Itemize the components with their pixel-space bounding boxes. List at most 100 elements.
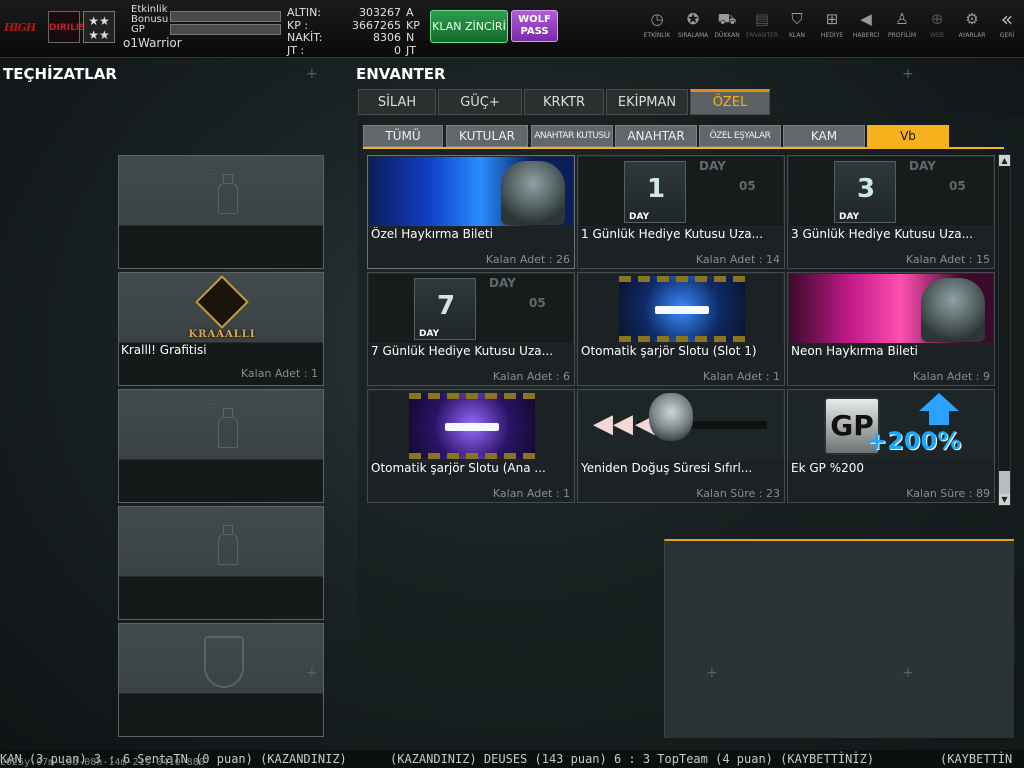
scroll-thumb[interactable] (999, 471, 1010, 495)
currency-unit: N (406, 31, 415, 44)
inventory-item[interactable]: Otomatik şarjör Slotu (Ana ... Kalan Adet… (367, 389, 575, 503)
subtab-özel-eşyalar[interactable]: ÖZEL EŞYALAR (699, 125, 781, 147)
subtab-kutular[interactable]: KUTULAR (446, 125, 528, 147)
nav-envanter-button[interactable]: ▤ ENVANTER (745, 10, 779, 50)
item-count: Kalan Süre : 23 (696, 487, 780, 500)
tab-güç[interactable]: GÜÇ+ (438, 89, 522, 115)
subtab-anahtar[interactable]: ANAHTAR (615, 125, 697, 147)
ticker-right: (KAYBETTİN (940, 752, 1013, 766)
top-bar: HIGH DIRILIS ★★ ★★ Etkinlik Bonusu GP o1W… (0, 0, 1024, 58)
scroll-down-icon[interactable]: ▼ (999, 494, 1010, 505)
currency-unit: JT (406, 43, 416, 57)
equipment-slot[interactable] (118, 623, 324, 737)
item-detail-panel (664, 539, 1014, 738)
day-label-side: 05 (529, 296, 546, 310)
nav-web-button[interactable]: ⊕ WEB (920, 10, 954, 50)
spray-can-icon: ∴∵ (204, 168, 240, 214)
clan-emblem[interactable]: DIRILIS (48, 11, 86, 43)
nav-label: ENVANTER (745, 32, 779, 39)
item-count: Kalan Adet : 15 (905, 253, 990, 266)
equipment-slot[interactable]: ∴∵ (118, 506, 324, 620)
spray-cap (223, 174, 233, 183)
shield-icon: ⛉ (791, 10, 803, 28)
subtab-tümü[interactable]: TÜMÜ (363, 125, 443, 147)
nav-profi-li-m-button[interactable]: ♙ PROFİLİM (885, 10, 919, 50)
equipment-slot[interactable]: ∴∵ (118, 155, 324, 269)
equipment-slot[interactable]: KRAAALLI Kralll! Grafitisi Kalan Adet : 1 (118, 272, 324, 386)
clan-emblem-text: DIRILIS (49, 23, 86, 33)
shield-icon (204, 636, 244, 688)
inventory-item[interactable]: Otomatik şarjör Slotu (Slot 1) Kalan Adet… (577, 272, 785, 386)
klan-zinciri-button[interactable]: KLAN ZİNCİRİ (430, 10, 508, 43)
klan-zinciri-label: KLAN ZİNCİRİ (432, 20, 506, 33)
item-name: 7 Günlük Hediye Kutusu Uza... (371, 344, 554, 358)
gift-icon: ⊞ (825, 10, 839, 28)
item-thumbnail (579, 274, 783, 343)
currency-unit: A (406, 6, 414, 19)
wolf-pass-label-1: WOLF (518, 14, 551, 25)
item-name: Otomatik şarjör Slotu (Ana ... (371, 461, 546, 475)
emblem-text: KRAAALLI (188, 329, 256, 340)
crosshair-icon: + (902, 66, 914, 82)
nav-label: SIRALAMA (677, 32, 709, 39)
subtab-vb[interactable]: Vb (867, 125, 949, 147)
spray-mist-icon: ∴∵ (204, 168, 215, 178)
inventory-item[interactable]: ◀ ◀ ◀ Yeniden Doğuş Süresi Sıfırl... Kalan S… (577, 389, 785, 503)
currency-label: JT : (287, 43, 305, 57)
scroll-up-icon[interactable]: ▲ (999, 155, 1010, 166)
timestamp: 2025y-07m-10d-08h-14m-21s-0410-880 (0, 757, 205, 768)
nav-haberci-button[interactable]: ◀ HABERCİ (849, 10, 883, 50)
wolf-pass-button[interactable]: WOLF PASS (511, 10, 558, 42)
item-thumbnail (789, 274, 993, 343)
nav-dükkan-button[interactable]: ⛟ DÜKKAN (710, 10, 744, 50)
nav-siralama-button[interactable]: ✪ SIRALAMA (676, 10, 710, 50)
rifle-icon (655, 306, 709, 314)
subtab-kam[interactable]: KAM (783, 125, 865, 147)
inventory-item[interactable]: Özel Haykırma Bileti Kalan Adet : 26 (367, 155, 575, 269)
nav-ayarlar-button[interactable]: ⚙ AYARLAR (955, 10, 989, 50)
subtab-anahtar-kutusu[interactable]: ANAHTAR KUTUSU (531, 125, 613, 147)
currency-value: 303267 (359, 6, 401, 19)
item-name: Otomatik şarjör Slotu (Slot 1) (581, 344, 757, 358)
nav-geri-button[interactable]: «GERİ (990, 9, 1024, 50)
tab-eki-pman[interactable]: EKİPMAN (606, 89, 688, 115)
nav-label: HEDİYE (820, 32, 844, 39)
equipment-slot[interactable]: ∴∵ (118, 389, 324, 503)
item-thumbnail: GP +200% (789, 391, 993, 460)
nav-label: GERİ (999, 32, 1015, 39)
item-name: Neon Haykırma Bileti (791, 344, 918, 358)
spray-mist-icon: ∴∵ (204, 519, 215, 529)
rewind-arrow-icon: ◀ (593, 409, 613, 439)
spray-mist-icon: ∴∵ (204, 402, 215, 412)
tab-si-lah[interactable]: SİLAH (358, 89, 436, 115)
inventory-item[interactable]: DAY 05 3 DAY 3 Günlük Hediye Kutusu Uza... Ka… (787, 155, 995, 269)
megaphone-icon: ◀ (860, 10, 872, 28)
crosshair-icon: + (306, 665, 318, 681)
day-card-icon: 7 DAY (414, 278, 476, 340)
nav-etki-nli-k-button[interactable]: ◷ ETKİNLİK (640, 10, 674, 50)
inventory-item[interactable]: GP +200% Ek GP %200 Kalan Süre : 89 (787, 389, 995, 503)
inventory-item[interactable]: Neon Haykırma Bileti Kalan Adet : 9 (787, 272, 995, 386)
item-name: Özel Haykırma Bileti (371, 227, 493, 241)
nav-klan-button[interactable]: ⛉ KLAN (780, 10, 814, 50)
logo-text: HIGH (4, 21, 36, 34)
item-thumbnail: ◀ ◀ ◀ (579, 391, 783, 460)
inventory-scrollbar[interactable]: ▲ ▼ (998, 154, 1011, 506)
inventory-item[interactable]: DAY 05 7 DAY 7 Günlük Hediye Kutusu Uza... Ka… (367, 272, 575, 386)
crosshair-icon: + (306, 66, 318, 82)
nav-label: DÜKKAN (714, 32, 740, 39)
medal-icon: ✪ (686, 10, 700, 28)
magazine-slot-icon (619, 276, 745, 342)
gp-bar (170, 24, 281, 35)
day-label-side: 05 (949, 179, 966, 193)
tab-özel[interactable]: ÖZEL (690, 89, 770, 115)
event-bonus-label: Etkinlik Bonusu (131, 4, 169, 25)
currency-label: NAKİT: (287, 31, 323, 44)
nav-hedi-ye-button[interactable]: ⊞ HEDİYE (815, 10, 849, 50)
gp-label: GP (131, 24, 145, 35)
rank-badge-icon[interactable]: ★★ ★★ (83, 11, 115, 43)
tab-krktr[interactable]: KRKTR (524, 89, 604, 115)
inventory-item[interactable]: DAY 05 1 DAY 1 Günlük Hediye Kutusu Uza... Ka… (577, 155, 785, 269)
item-count: Kalan Adet : 1 (492, 487, 570, 500)
day-label: DAY (839, 212, 860, 222)
